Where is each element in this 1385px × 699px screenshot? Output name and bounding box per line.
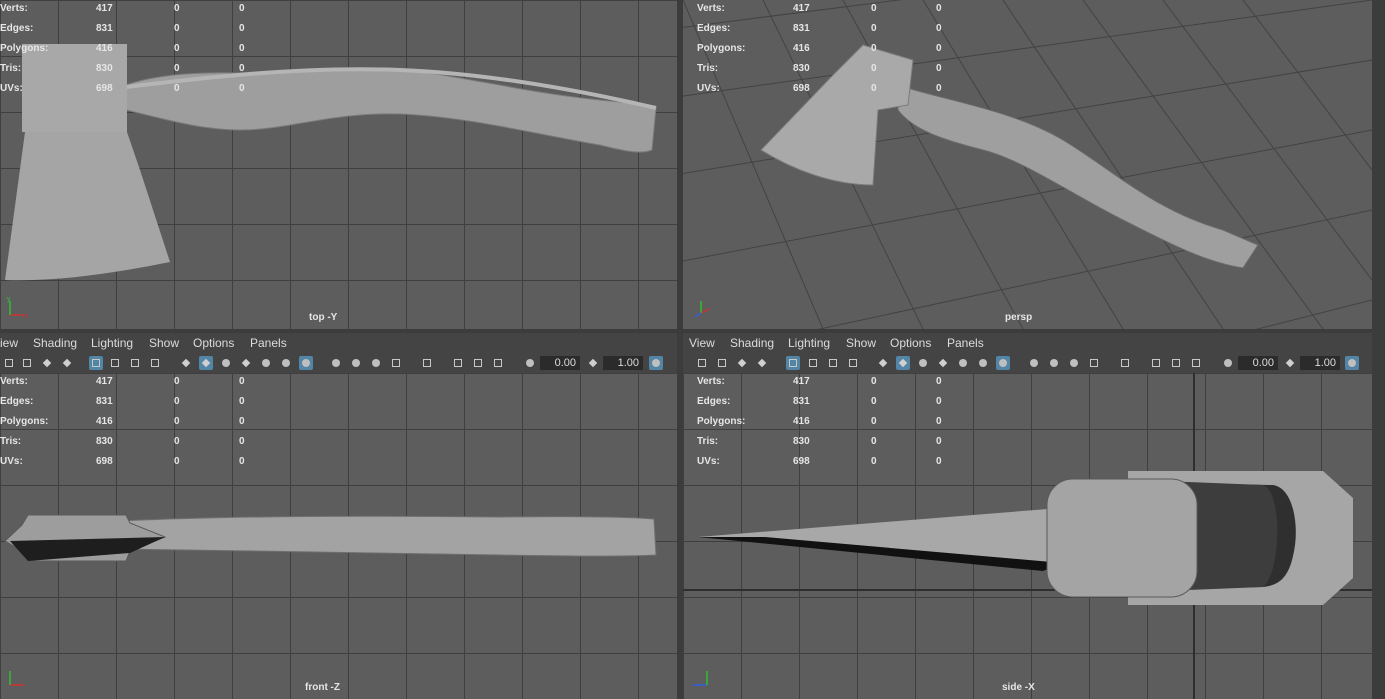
axis-gizmo-icon: x y — [7, 297, 29, 320]
menu-lighting[interactable]: Lighting — [91, 336, 133, 350]
wireframe-icon[interactable] — [179, 356, 193, 370]
isolate-icon[interactable] — [1118, 356, 1132, 370]
wireframe-on-shaded-icon[interactable] — [916, 356, 930, 370]
grid-toggle-icon[interactable] — [89, 356, 103, 370]
isolate-select-icon[interactable] — [996, 356, 1010, 370]
right-edge-border — [1372, 0, 1385, 699]
exposure-icon[interactable] — [1221, 356, 1235, 370]
exposure-field[interactable]: 0.00 — [540, 356, 580, 370]
antialias-icon[interactable] — [1087, 356, 1101, 370]
xray-icon[interactable] — [936, 356, 950, 370]
color-management-icon[interactable] — [649, 356, 663, 370]
menu-lighting[interactable]: Lighting — [788, 336, 830, 350]
gamma-icon[interactable] — [1283, 356, 1297, 370]
camera-label: side -X — [1002, 682, 1035, 693]
wireframe-icon[interactable] — [876, 356, 890, 370]
persp-grid-and-axe — [683, 0, 1372, 329]
panel-toolbar-side: View Shading Lighting Show Options Panel… — [683, 333, 1372, 373]
ambient-occlusion-icon[interactable] — [1047, 356, 1061, 370]
xray-icon[interactable] — [239, 356, 253, 370]
menu-shading[interactable]: Shading — [730, 336, 774, 350]
image-plane-icon[interactable] — [60, 356, 74, 370]
shadows-icon[interactable] — [1027, 356, 1041, 370]
gate-mask-icon[interactable] — [846, 356, 860, 370]
menu-panels[interactable]: Panels — [947, 336, 984, 350]
lights-icon[interactable] — [279, 356, 293, 370]
axis-gizmo-icon — [693, 671, 708, 686]
menu-shading[interactable]: Shading — [33, 336, 77, 350]
xray-active-icon[interactable] — [1169, 356, 1183, 370]
image-plane-icon[interactable] — [755, 356, 769, 370]
antialias-icon[interactable] — [389, 356, 403, 370]
bookmark-icon[interactable] — [40, 356, 54, 370]
wireframe-on-shaded-icon[interactable] — [219, 356, 233, 370]
camera-icon[interactable] — [695, 356, 709, 370]
backface-culling-icon[interactable] — [1189, 356, 1203, 370]
smooth-shade-icon[interactable] — [896, 356, 910, 370]
film-gate-icon[interactable] — [806, 356, 820, 370]
axis-gizmo-icon — [694, 301, 710, 318]
lights-icon[interactable] — [976, 356, 990, 370]
xray-joints-icon[interactable] — [451, 356, 465, 370]
color-management-icon[interactable] — [1345, 356, 1359, 370]
camera-attributes-icon[interactable] — [715, 356, 729, 370]
viewport-front[interactable]: Verts: 417 0 0 Edges: 831 0 0 Polygons: 416 0 0 T… — [0, 373, 677, 699]
textured-icon[interactable] — [259, 356, 273, 370]
gamma-field[interactable]: 1.00 — [603, 356, 643, 370]
camera-label: front -Z — [305, 682, 340, 693]
viewport-divider-vertical[interactable] — [677, 0, 683, 699]
viewport-side[interactable]: Verts: 417 0 0 Edges: 831 0 0 Polygons: 416 0 0 T… — [683, 373, 1372, 699]
motion-blur-icon[interactable] — [1067, 356, 1081, 370]
gate-mask-icon[interactable] — [148, 356, 162, 370]
xray-active-icon[interactable] — [471, 356, 485, 370]
axis-gizmo-icon — [9, 671, 24, 686]
textured-icon[interactable] — [956, 356, 970, 370]
motion-blur-icon[interactable] — [369, 356, 383, 370]
isolate-select-icon[interactable] — [299, 356, 313, 370]
isolate-icon[interactable] — [420, 356, 434, 370]
backface-culling-icon[interactable] — [491, 356, 505, 370]
menu-options[interactable]: Options — [890, 336, 931, 350]
ambient-occlusion-icon[interactable] — [349, 356, 363, 370]
svg-text:x: x — [25, 313, 29, 320]
menu-show[interactable]: Show — [149, 336, 179, 350]
camera-label: top -Y — [309, 312, 338, 323]
grid-toggle-icon[interactable] — [786, 356, 800, 370]
viewport-divider-horizontal[interactable] — [0, 329, 1385, 333]
axe-side-view[interactable] — [683, 373, 1372, 699]
bookmark-icon[interactable] — [735, 356, 749, 370]
film-gate-icon[interactable] — [108, 356, 122, 370]
resolution-gate-icon[interactable] — [128, 356, 142, 370]
resolution-gate-icon[interactable] — [826, 356, 840, 370]
exposure-icon[interactable] — [523, 356, 537, 370]
panel-menu-bar: iew Shading Lighting Show Options Panels — [0, 333, 677, 353]
viewport-top[interactable]: Verts: 417 0 0 Edges: 831 0 0 Polygons: 416 0 0 T… — [0, 0, 677, 329]
camera-attributes-icon[interactable] — [20, 356, 34, 370]
panel-toolbar-front: iew Shading Lighting Show Options Panels… — [0, 333, 677, 373]
camera-icon[interactable] — [2, 356, 16, 370]
svg-text:y: y — [7, 297, 11, 303]
panel-icon-bar: 0.00 1.00 — [683, 353, 1372, 373]
menu-panels[interactable]: Panels — [250, 336, 287, 350]
menu-view[interactable]: iew — [0, 336, 18, 350]
camera-label: persp — [1005, 312, 1033, 323]
panel-menu-bar: View Shading Lighting Show Options Panel… — [683, 333, 1372, 353]
menu-show[interactable]: Show — [846, 336, 876, 350]
smooth-shade-icon[interactable] — [199, 356, 213, 370]
menu-options[interactable]: Options — [193, 336, 234, 350]
panel-icon-bar: 0.00 1.00 — [0, 353, 677, 373]
menu-view[interactable]: View — [689, 336, 715, 350]
gamma-field[interactable]: 1.00 — [1300, 356, 1340, 370]
gamma-icon[interactable] — [586, 356, 600, 370]
xray-joints-icon[interactable] — [1149, 356, 1163, 370]
shadows-icon[interactable] — [329, 356, 343, 370]
exposure-field[interactable]: 0.00 — [1238, 356, 1278, 370]
viewport-persp[interactable]: Verts: 417 0 0 Edges: 831 0 0 Polygons: 416 0 0 T… — [683, 0, 1372, 329]
